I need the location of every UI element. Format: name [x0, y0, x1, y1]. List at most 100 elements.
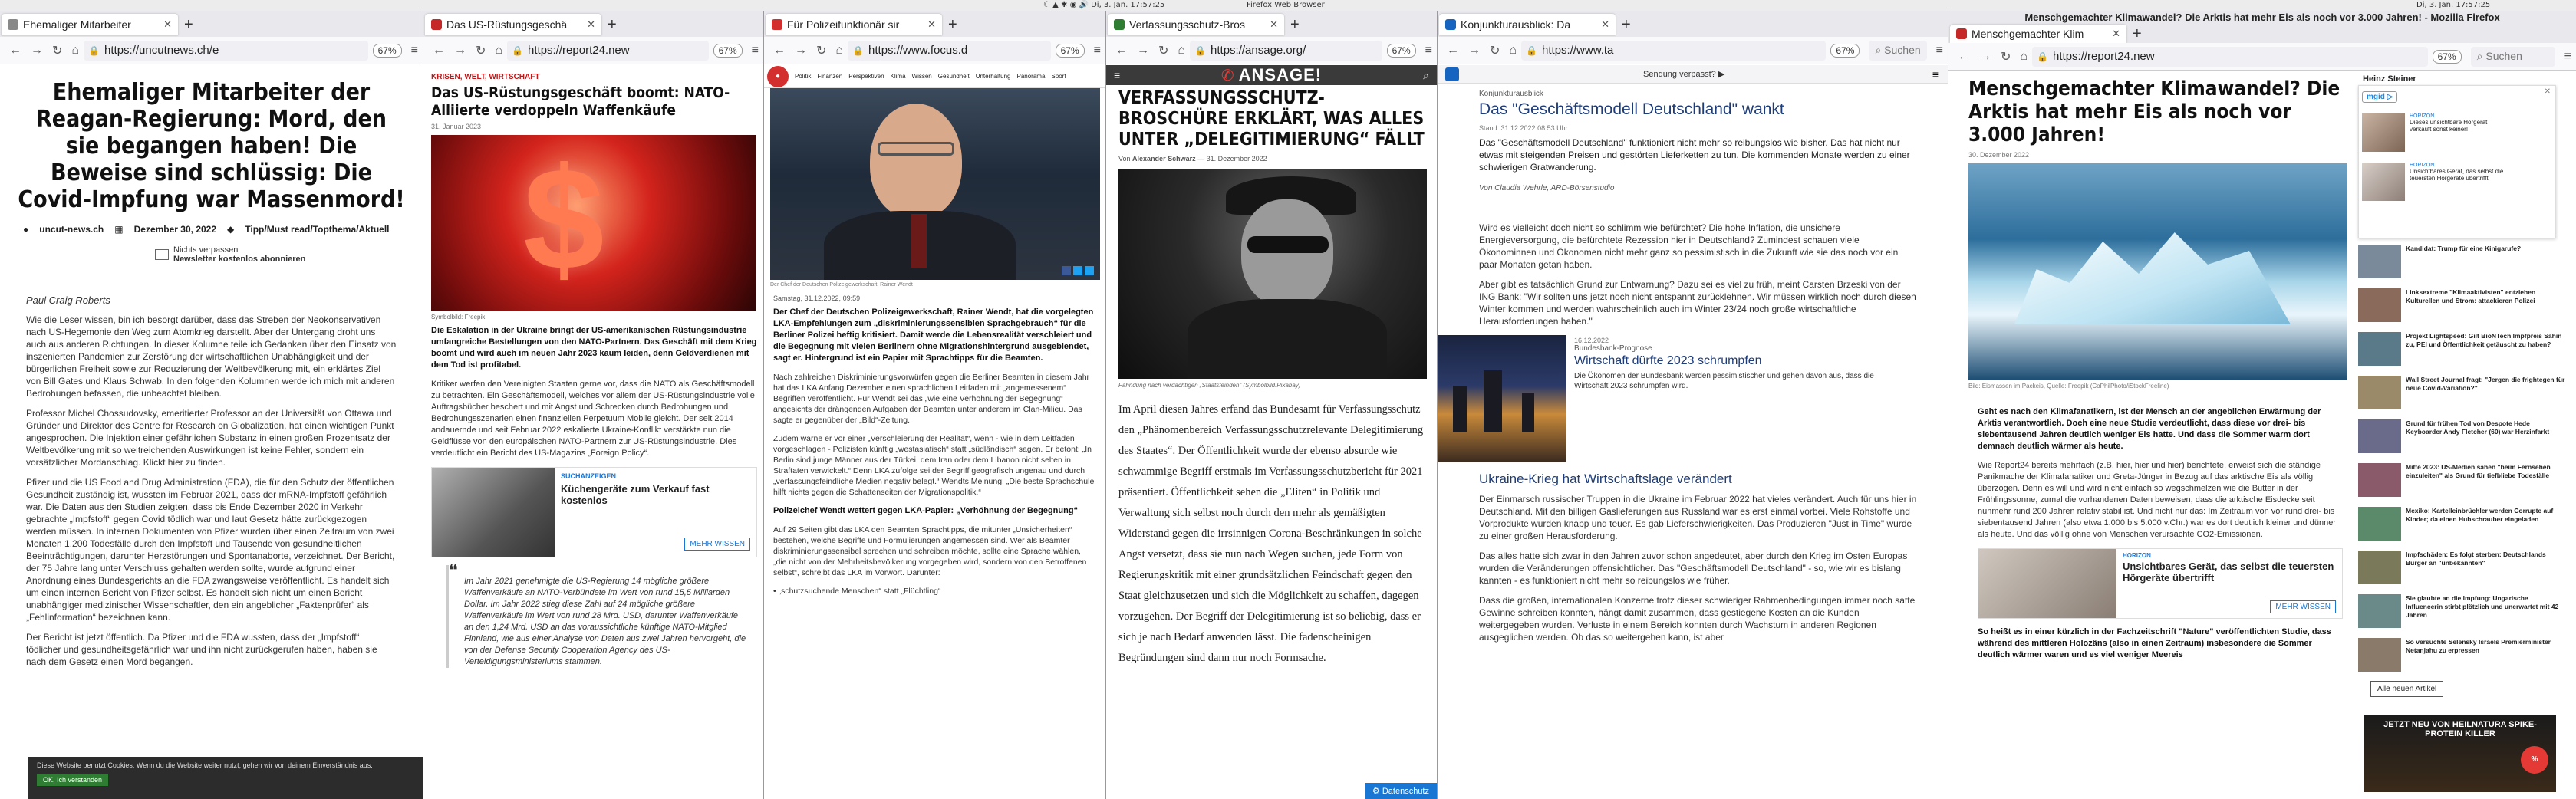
search-field[interactable]: ⌕ Suchen	[2470, 46, 2555, 67]
home-icon[interactable]: ⌂	[1178, 44, 1185, 58]
sidebar-news-item[interactable]: So versuchte Selensky Israels Premiermin…	[2358, 638, 2565, 680]
zoom-badge[interactable]: 67%	[713, 43, 743, 58]
nav-item[interactable]: Klima	[891, 73, 906, 80]
nav-item[interactable]: Perspektiven	[848, 73, 884, 80]
reload-icon[interactable]: ↻	[816, 43, 826, 58]
menu-icon[interactable]: ≡	[752, 44, 759, 58]
hamburger-icon[interactable]: ≡	[1932, 68, 1939, 81]
back-icon[interactable]: ←	[433, 44, 445, 58]
promo-banner[interactable]: JETZT NEU VON HEILNATURA SPIKE-PROTEIN K…	[2364, 715, 2556, 792]
forward-icon[interactable]: →	[31, 44, 43, 58]
sidebar-news-item[interactable]: Wall Street Journal fragt: "Jergen die f…	[2358, 376, 2565, 418]
cookie-accept-button[interactable]: OK, Ich verstanden	[37, 774, 109, 786]
url-bar[interactable]: 🔒 https://www.ta	[1521, 40, 1827, 61]
widget-item[interactable]: HORIZON Dieses unsichtbare Hörgerät verka…	[2362, 113, 2552, 152]
zoom-badge[interactable]: 67%	[1830, 43, 1860, 58]
home-icon[interactable]: ⌂	[835, 44, 843, 58]
active-app-name[interactable]: Firefox Web Browser	[1247, 0, 1325, 11]
new-tab-icon[interactable]: +	[2133, 26, 2142, 41]
widget-item[interactable]: HORIZON Unsichtbares Gerät, das selbst di…	[2362, 163, 2552, 201]
close-widget-icon[interactable]: ✕	[2545, 87, 2551, 96]
missed-show-link[interactable]: Sendung verpasst? ▶	[1643, 69, 1724, 79]
focus-logo-icon[interactable]: ●	[767, 65, 789, 87]
site-logo[interactable]: ANSAGE!	[1239, 65, 1322, 85]
reload-icon[interactable]: ↻	[1490, 43, 1500, 58]
browser-tab[interactable]: Konjunkturausblick: Da ✕	[1439, 14, 1616, 35]
zoom-badge[interactable]: 67%	[372, 43, 402, 58]
newsletter-box[interactable]: Nichts verpassen Newsletter kostenlos abo…	[155, 245, 406, 264]
nav-item[interactable]: Finanzen	[817, 73, 842, 80]
back-icon[interactable]: ←	[9, 44, 21, 58]
nav-item[interactable]: Sport	[1051, 73, 1066, 80]
url-bar[interactable]: 🔒 https://uncutnews.ch/e	[84, 40, 368, 61]
menu-icon[interactable]: ≡	[2564, 50, 2571, 64]
new-tab-icon[interactable]: +	[1290, 17, 1300, 32]
sidebar-news-item[interactable]: Projekt Lightspeed: Gilt BioNTech Impfpr…	[2358, 332, 2565, 374]
sidebar-news-item[interactable]: Sie glaubte an die Impfung: Ungarische I…	[2358, 594, 2565, 636]
url-bar[interactable]: 🔒 https://ansage.org/	[1190, 40, 1382, 61]
twitter-icon[interactable]	[1073, 266, 1082, 275]
reload-icon[interactable]: ↻	[2001, 49, 2011, 64]
reload-icon[interactable]: ↻	[52, 43, 62, 58]
browser-tab[interactable]: Ehemaliger Mitarbeiter ✕	[2, 14, 178, 35]
forward-icon[interactable]: →	[1979, 50, 1991, 64]
article-category[interactable]: KRISEN, WELT, WIRTSCHAFT	[431, 73, 757, 81]
related-teaser[interactable]: 16.12.2022 Bundesbank-Prognose Wirtschaf…	[1438, 335, 1917, 462]
new-tab-icon[interactable]: +	[608, 17, 617, 32]
browser-tab[interactable]: Verfassungsschutz-Bros ✕	[1108, 14, 1284, 35]
browser-tab[interactable]: Menschgemachter Klim ✕	[1950, 25, 2126, 43]
menu-icon[interactable]: ≡	[1936, 44, 1943, 58]
sponsored-ad[interactable]: SUCHANZEIGEN Küchengeräte zum Verkauf fa…	[431, 467, 757, 557]
nav-item[interactable]: Politik	[795, 73, 811, 80]
zoom-badge[interactable]: 67%	[2432, 49, 2462, 64]
ad-more-button[interactable]: MEHR WISSEN	[684, 538, 750, 551]
zoom-badge[interactable]: 67%	[1386, 43, 1416, 58]
close-tab-icon[interactable]: ✕	[587, 18, 595, 31]
home-icon[interactable]: ⌂	[495, 44, 502, 58]
author-name[interactable]: Alexander Schwarz	[1132, 155, 1196, 163]
privacy-button[interactable]: ⚙ Datenschutz	[1364, 783, 1437, 799]
url-bar[interactable]: 🔒 https://report24.new	[2032, 46, 2428, 67]
meta-tags[interactable]: Tipp/Must read/Topthema/Aktuell	[245, 224, 389, 235]
home-icon[interactable]: ⌂	[2020, 50, 2028, 64]
nav-item[interactable]: Wissen	[912, 73, 932, 80]
nav-item[interactable]: Unterhaltung	[976, 73, 1011, 80]
sidebar-news-item[interactable]: Impfschäden: Es folgt sterben: Deutschla…	[2358, 551, 2565, 593]
facebook-icon[interactable]	[1062, 266, 1071, 275]
menu-icon[interactable]: ≡	[411, 44, 418, 58]
forward-icon[interactable]: →	[1137, 44, 1149, 58]
close-tab-icon[interactable]: ✕	[927, 18, 936, 31]
browser-tab[interactable]: Für Polizeifunktionär sir ✕	[766, 14, 942, 35]
sponsored-ad[interactable]: HORIZON Unsichtbares Gerät, das selbst d…	[1978, 548, 2343, 619]
back-icon[interactable]: ←	[1115, 44, 1128, 58]
zoom-badge[interactable]: 67%	[1055, 43, 1085, 58]
meta-site[interactable]: uncut-news.ch	[39, 224, 104, 235]
reload-icon[interactable]: ↻	[1158, 43, 1168, 58]
sidebar-news-item[interactable]: Kandidat: Trump für eine Kinigarufe?	[2358, 245, 2565, 287]
mgid-badge[interactable]: mgid ▷	[2362, 91, 2398, 103]
forward-icon[interactable]: →	[795, 44, 807, 58]
sidebar-news-item[interactable]: Mitte 2023: US-Medien sahen "beim Fernse…	[2358, 463, 2565, 505]
home-icon[interactable]: ⌂	[71, 44, 79, 58]
menu-icon[interactable]: ≡	[1425, 44, 1432, 58]
sidebar-news-item[interactable]: Grund für frühen Tod von Despote Hede Ke…	[2358, 419, 2565, 462]
nav-item[interactable]: Gesundheit	[938, 73, 970, 80]
ad-more-button[interactable]: MEHR WISSEN	[2270, 600, 2336, 613]
nav-item[interactable]: Panorama	[1017, 73, 1046, 80]
new-tab-icon[interactable]: +	[1622, 17, 1631, 32]
close-tab-icon[interactable]: ✕	[163, 18, 172, 31]
forward-icon[interactable]: →	[1468, 44, 1481, 58]
back-icon[interactable]: ←	[773, 44, 786, 58]
forward-icon[interactable]: →	[454, 44, 466, 58]
new-tab-icon[interactable]: +	[184, 17, 193, 32]
browser-tab[interactable]: Das US-Rüstungsgeschä ✕	[425, 14, 601, 35]
menu-icon[interactable]: ≡	[1094, 44, 1101, 58]
back-icon[interactable]: ←	[1958, 50, 1970, 64]
mail-share-icon[interactable]	[1085, 266, 1094, 275]
reload-icon[interactable]: ↻	[476, 43, 486, 58]
url-bar[interactable]: 🔒 https://report24.new	[507, 40, 709, 61]
new-tab-icon[interactable]: +	[948, 17, 957, 32]
back-icon[interactable]: ←	[1447, 44, 1459, 58]
sidebar-news-item[interactable]: Mexiko: Kartelleinbrüchler werden Corrup…	[2358, 507, 2565, 549]
close-tab-icon[interactable]: ✕	[1270, 18, 1278, 31]
